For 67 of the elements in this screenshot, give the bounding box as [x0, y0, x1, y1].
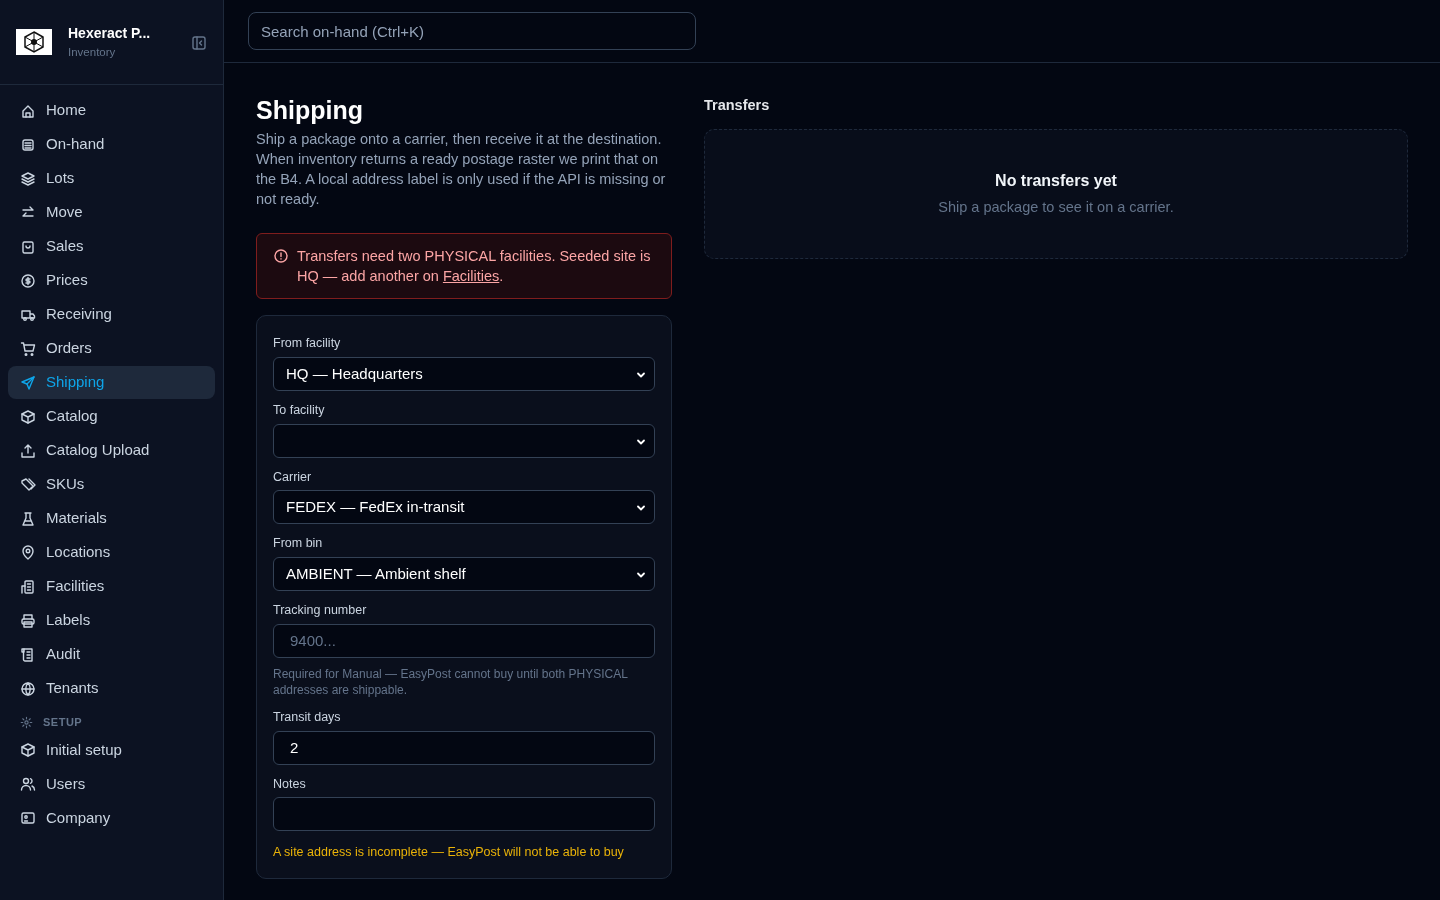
empty-state-title: No transfers yet [995, 170, 1117, 191]
field-label: Notes [273, 775, 307, 793]
coin-icon [20, 272, 36, 289]
pin-icon [20, 544, 36, 561]
select-field[interactable]: FEDEX — FedEx in-transit [273, 490, 655, 525]
select-field[interactable]: AMBIENT — Ambient shelf [273, 557, 655, 591]
page-title: Shipping [256, 95, 364, 125]
cube-icon [20, 408, 36, 425]
input-field[interactable]: 2 [273, 730, 655, 765]
sidebar-item[interactable]: Prices [8, 264, 215, 297]
sidebar-item[interactable]: Labels [8, 604, 215, 637]
cube-icon [20, 742, 36, 758]
building-icon [20, 578, 36, 595]
section-title: Transfers [704, 96, 771, 115]
field-label: Tracking number [273, 602, 368, 619]
sidebar-item[interactable]: Home [8, 94, 215, 127]
sidebar-item[interactable]: Orders [8, 332, 215, 365]
bag-icon [20, 238, 36, 255]
select-field[interactable] [273, 423, 655, 458]
sidebar-item[interactable]: Company [8, 801, 215, 835]
field-label: Carrier [273, 468, 313, 486]
upload-icon [20, 442, 36, 459]
page-description: Ship a package onto a carrier, then receive it at the destination. When inventory returns a ready postage raster we print that on the B4. A local address label is only used if the API is missing or not ready. [256, 130, 667, 209]
sidebar-item[interactable]: Sales [8, 230, 215, 263]
field-label: Transit days [273, 708, 342, 726]
empty-state-text: Ship a package to see it on a carrier. [938, 197, 1174, 217]
search-field[interactable]: Search on-hand (Ctrl+K) [248, 12, 696, 50]
field-label: From bin [273, 535, 324, 553]
sidebar-item[interactable]: Shipping [8, 366, 215, 399]
scroll-icon [20, 646, 36, 663]
card-icon [20, 810, 36, 826]
printer-icon [20, 612, 36, 629]
sidebar-item[interactable]: On-hand [8, 128, 215, 161]
sidebar-item[interactable]: Tenants [8, 672, 215, 705]
layers-icon [20, 170, 36, 187]
input-field[interactable] [273, 797, 655, 832]
users-icon [20, 776, 36, 792]
sidebar-item[interactable]: Audit [8, 638, 215, 671]
sidebar-item[interactable]: Lots [8, 162, 215, 195]
brand-title: Hexeract P... [68, 23, 152, 43]
sidebar-item[interactable]: Catalog [8, 400, 215, 433]
sidebar-item[interactable]: Initial setup [8, 733, 215, 767]
section-heading: SETUP [43, 715, 83, 730]
field-label: From facility [273, 335, 342, 352]
field-label: To facility [273, 401, 326, 419]
brand-subtitle: Inventory [68, 44, 117, 60]
box-icon [20, 136, 36, 153]
input-field[interactable]: 9400... [273, 623, 655, 658]
sidebar-item[interactable]: Move [8, 196, 215, 229]
warning-text: A site address is incomplete — EasyPost will not be able to buy [273, 844, 625, 862]
send-icon [20, 374, 36, 391]
logo-icon [16, 29, 52, 55]
globe-icon [20, 680, 36, 697]
sidebar-item[interactable]: Users [8, 767, 215, 801]
sidebar-collapse-icon [191, 34, 207, 51]
help-text: Required for Manual — EasyPost cannot buy until both PHYSICAL addresses are shippable. [273, 665, 629, 698]
alert-icon [273, 248, 289, 264]
select-field[interactable]: HQ — Headquarters [273, 356, 655, 391]
sidebar-item[interactable]: Facilities [8, 570, 215, 603]
sidebar-item[interactable]: SKUs [8, 468, 215, 501]
sidebar-item[interactable]: Materials [8, 502, 215, 535]
cart-icon [20, 340, 36, 357]
sidebar-item[interactable]: Catalog Upload [8, 434, 215, 467]
sidebar-item[interactable]: Receiving [8, 298, 215, 331]
alert-text: Transfers need two PHYSICAL facilities. Seeded site is HQ — add another on Facilities. [297, 247, 652, 286]
flask-icon [20, 510, 36, 527]
sidebar-item[interactable]: Locations [8, 536, 215, 569]
